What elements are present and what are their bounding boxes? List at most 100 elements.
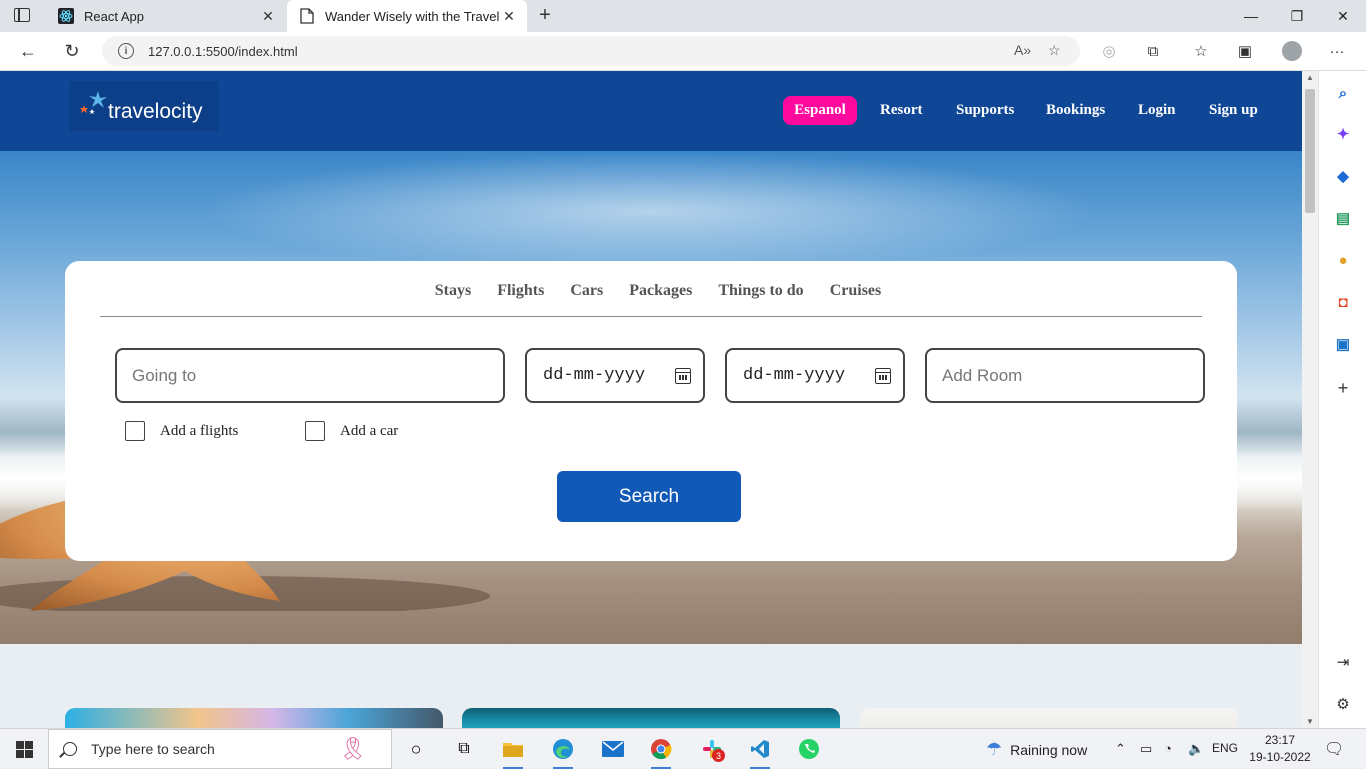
nav-supports-link[interactable]: Supports [956,102,1014,119]
favorite-star-icon[interactable]: ☆ [1048,42,1061,59]
promo-card-image[interactable] [462,708,840,728]
mail-icon[interactable] [601,737,625,761]
favorites-icon[interactable]: ☆ [1190,40,1212,62]
browser-tab-strip: React App ✕ Wander Wisely with the Trave… [0,0,1366,32]
restore-icon[interactable]: ❐ [1274,0,1320,32]
weather-widget[interactable]: ☂ Raining now [986,739,1087,760]
nav-signup-link[interactable]: Sign up [1209,102,1258,119]
vscode-icon[interactable] [748,737,772,769]
close-icon[interactable]: ✕ [499,8,519,25]
wifi-icon[interactable]: ◔ [1164,741,1172,756]
scroll-up-icon[interactable]: ▲ [1306,73,1314,82]
collections-icon[interactable]: ▣ [1234,40,1256,62]
taskbar-search-placeholder: Type here to search [91,741,215,757]
task-view-icon[interactable]: ⧉ [452,737,476,761]
search-card: Stays Flights Cars Packages Things to do… [65,261,1237,561]
minimize-icon[interactable]: — [1228,0,1274,32]
system-clock[interactable]: 23:17 19-10-2022 [1248,732,1312,766]
travelocity-logo[interactable]: travelocity [70,81,218,131]
outlook-icon[interactable]: ▣ [1334,335,1352,353]
games-icon[interactable]: ● [1334,251,1352,269]
tab-title: Wander Wisely with the Traveloc [325,8,499,24]
promo-card-image[interactable] [860,708,1238,728]
tab-title: React App [84,8,144,24]
calendar-icon[interactable] [875,367,891,384]
search-tabs: Stays Flights Cars Packages Things to do… [100,261,1202,317]
tab-actions-icon[interactable] [14,8,30,22]
file-explorer-icon[interactable] [501,737,525,769]
tab-things-to-do[interactable]: Things to do [718,282,803,300]
tools-icon[interactable]: ▤ [1334,209,1352,227]
browser-tab-active[interactable]: Wander Wisely with the Traveloc ✕ [287,0,527,32]
edge-browser-icon[interactable] [551,737,575,769]
close-window-icon[interactable]: ✕ [1320,0,1366,32]
tab-flights[interactable]: Flights [497,282,544,300]
nav-espanol-button[interactable]: Espanol [783,96,857,125]
more-menu-icon[interactable]: ··· [1326,40,1348,62]
web-page: travelocity Espanol Resort Supports Book… [0,71,1302,728]
add-room-input[interactable]: Add Room [925,348,1205,403]
cortana-icon[interactable]: ○ [404,737,428,761]
language-indicator[interactable]: ENG [1212,741,1238,755]
browser-tab-react-app[interactable]: React App ✕ [46,0,286,32]
add-car-label: Add a car [340,422,399,439]
going-to-input[interactable]: Going to [115,348,505,403]
settings-gear-icon[interactable]: ⚙ [1334,695,1352,713]
add-car-checkbox[interactable] [305,421,325,441]
refresh-icon[interactable]: ↻ [60,39,84,63]
search-button[interactable]: Search [557,471,741,522]
tab-packages[interactable]: Packages [629,282,692,300]
extensions-puzzle-icon[interactable]: ⧉ [1142,40,1164,62]
whatsapp-icon[interactable] [797,737,821,761]
logo-stars-icon [78,89,112,123]
calendar-icon[interactable] [675,367,691,384]
add-plus-icon[interactable]: + [1334,378,1352,398]
scroll-down-icon[interactable]: ▼ [1306,717,1314,726]
checkout-date-input[interactable]: dd-mm-yyyy [725,348,905,403]
taskbar-search-box[interactable]: Type here to search 🎗 [48,729,392,769]
edge-sidebar: ⌕ ✦ ◆ ▤ ● ◘ ▣ + ⇥ ⚙ [1318,71,1366,728]
shopping-tag-icon[interactable]: ◆ [1334,167,1352,185]
chevron-up-icon[interactable]: ⌃ [1115,741,1126,757]
slack-icon[interactable]: 3 [700,737,725,762]
window-controls: — ❐ ✕ [1228,0,1366,32]
close-icon[interactable]: ✕ [258,8,278,25]
info-icon[interactable]: i [118,43,134,59]
profile-avatar[interactable] [1282,41,1302,61]
battery-icon[interactable]: ▭ [1140,741,1152,757]
umbrella-icon: ☂ [986,739,1003,759]
site-header: travelocity Espanol Resort Supports Book… [0,71,1302,151]
volume-icon[interactable]: 🔈 [1188,741,1204,757]
cloud-decoration [200,151,1100,271]
chrome-icon[interactable] [649,737,673,769]
promo-card-image[interactable] [65,708,443,728]
address-bar[interactable]: i 127.0.0.1:5500/index.html A» ☆ [102,36,1080,66]
nav-login-link[interactable]: Login [1138,102,1176,119]
tab-stays[interactable]: Stays [435,282,471,300]
clock-date: 19-10-2022 [1249,750,1311,764]
brand-name: travelocity [108,100,203,123]
checkin-date-input[interactable]: dd-mm-yyyy [525,348,705,403]
windows-start-icon[interactable] [16,741,33,758]
new-tab-plus-icon[interactable]: + [534,4,556,27]
back-arrow-icon[interactable]: ← [16,39,40,63]
nav-bookings-link[interactable]: Bookings [1046,102,1105,119]
extension-icon[interactable]: ◎ [1098,40,1120,62]
checkin-date-value: dd-mm-yyyy [543,366,646,385]
tab-cars[interactable]: Cars [570,282,603,300]
notifications-icon[interactable]: 🗨 [1324,739,1344,759]
nav-resort-link[interactable]: Resort [880,102,922,119]
add-flights-checkbox[interactable] [125,421,145,441]
search-icon[interactable]: ⌕ [1334,84,1352,102]
sidebar-toggle-icon[interactable]: ⇥ [1334,653,1352,671]
tab-cruises[interactable]: Cruises [830,282,882,300]
notification-badge: 3 [712,749,725,762]
add-room-placeholder: Add Room [942,365,1023,385]
scrollbar-thumb[interactable] [1305,89,1315,213]
office-icon[interactable]: ◘ [1334,293,1352,311]
windows-taskbar: Type here to search 🎗 ○ ⧉ 3 ☂ Raining no… [0,728,1366,769]
checkout-date-value: dd-mm-yyyy [743,366,846,385]
page-scrollbar[interactable]: ▲ ▼ [1302,71,1318,728]
read-aloud-icon[interactable]: A» [1014,42,1031,58]
copilot-sparkle-icon[interactable]: ✦ [1334,125,1352,143]
